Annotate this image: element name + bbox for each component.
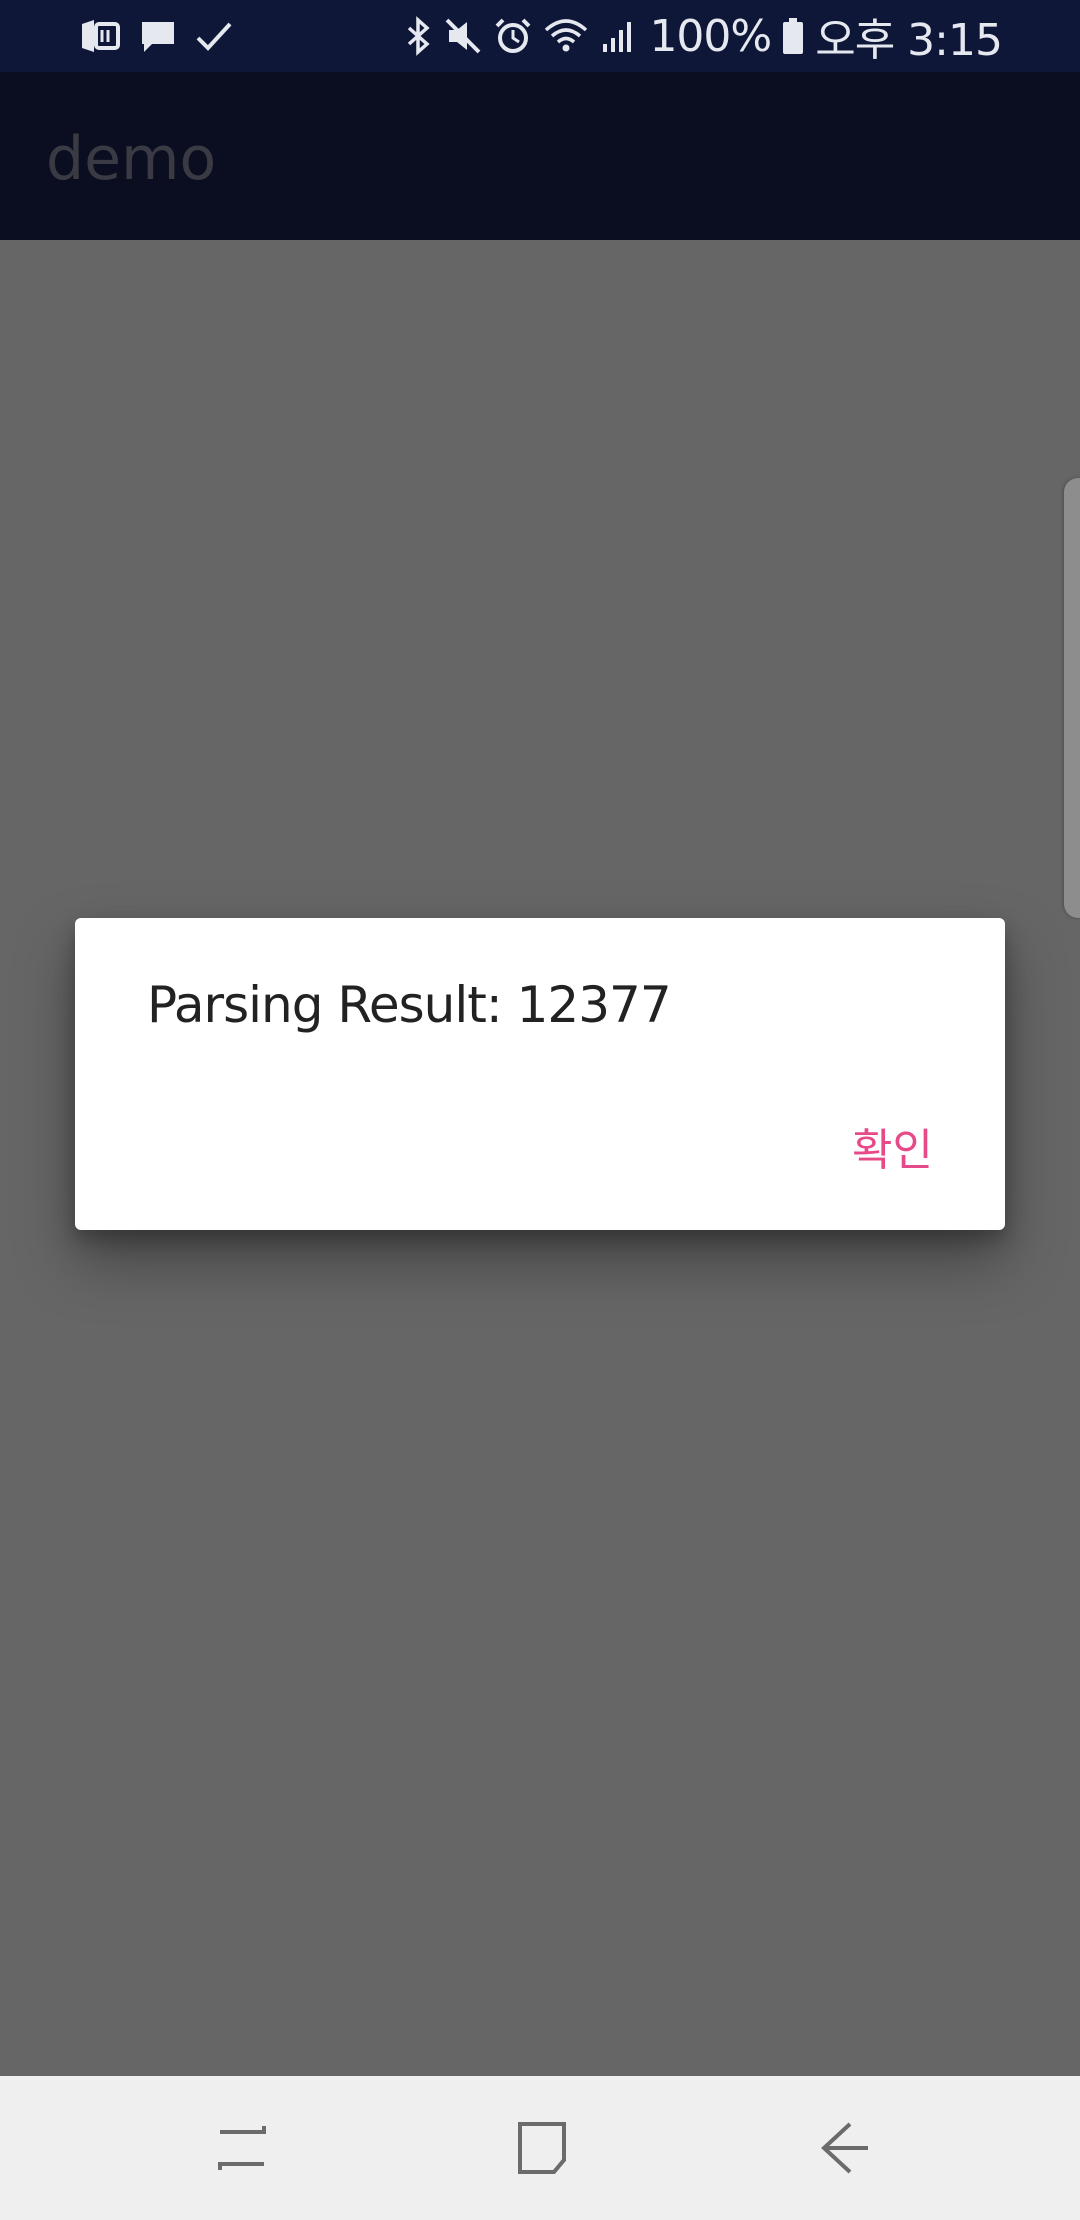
battery-icon [781, 16, 805, 56]
message-icon [138, 16, 178, 56]
mute-icon [443, 16, 483, 56]
status-bar-right: 100% 오후 3:15 [403, 10, 1003, 66]
signal-icon [599, 16, 639, 56]
alarm-icon [493, 16, 533, 56]
navigation-bar [0, 2076, 1080, 2220]
wifi-icon [543, 16, 589, 56]
ok-button[interactable]: 확인 [852, 1114, 933, 1178]
app-notification-icon [78, 16, 122, 56]
clock: 오후 3:15 [815, 15, 1003, 66]
check-icon [194, 16, 234, 56]
status-bar: 100% 오후 3:15 [0, 0, 1080, 72]
status-bar-left-icons [78, 16, 234, 56]
alert-dialog: Parsing Result: 12377 확인 [75, 918, 1005, 1230]
home-icon[interactable] [510, 2116, 574, 2180]
battery-percent: 100% [649, 10, 772, 62]
recent-apps-icon[interactable] [210, 2116, 274, 2180]
dialog-message: Parsing Result: 12377 [147, 976, 672, 1034]
back-icon[interactable] [814, 2116, 878, 2180]
bluetooth-icon [403, 16, 433, 56]
edge-panel-handle[interactable] [1064, 478, 1080, 918]
